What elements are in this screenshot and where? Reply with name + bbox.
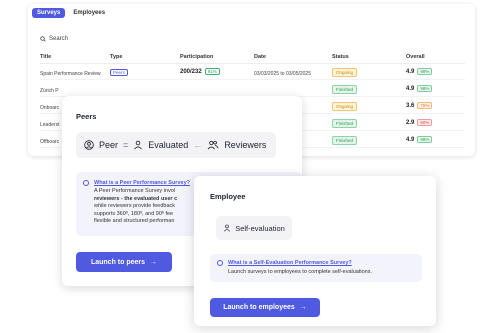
status-badge: Ongoing	[332, 68, 358, 77]
employee-card: Employee Self-evaluation What is a Self-…	[194, 176, 436, 326]
row-title: Onboarc	[40, 105, 60, 111]
search-icon	[40, 36, 46, 42]
arrow-right-icon: →	[150, 258, 158, 266]
tab-bar: Surveys Employees	[32, 8, 110, 18]
search-label: Search	[49, 36, 69, 42]
score-percent: 98%	[417, 136, 433, 143]
person-circle-icon	[84, 140, 94, 150]
col-date: Date	[254, 54, 266, 60]
status-badge: Finished	[332, 85, 358, 94]
employee-info-box: What is a Self-Evaluation Performance Su…	[210, 254, 422, 282]
person-icon	[134, 140, 143, 150]
tab-employees[interactable]: Employees	[68, 8, 110, 18]
employee-info-text: Launch surveys to employees to complete …	[228, 269, 372, 275]
peer-info-text: A Peer Performance Survey invol reviewer…	[94, 188, 177, 226]
arrow-right-icon: →	[299, 304, 307, 311]
arrow-left-icon: ←	[193, 140, 203, 150]
participation-percent: 91%	[204, 68, 220, 75]
row-title: Leaderst	[40, 122, 60, 128]
peers-title: Peers	[76, 112, 97, 121]
self-evaluation-label: Self-evaluation	[235, 223, 285, 233]
people-icon	[207, 140, 219, 150]
col-participation: Participation	[180, 54, 214, 60]
score-percent: 98%	[417, 85, 433, 92]
row-date: 03/03/2025 to 03/05/2025	[254, 71, 311, 77]
col-type: Type	[110, 54, 123, 60]
employee-title: Employee	[210, 192, 246, 201]
peer-info-link[interactable]: What is a Peer Performance Survey?	[94, 180, 190, 186]
table-row[interactable]: Spain Performance Review Peers 200/232 91…	[40, 68, 465, 80]
info-line: while reviewers provide feedback	[94, 203, 176, 209]
score-percent: 75%	[417, 102, 433, 109]
status-badge: Finished	[332, 136, 358, 145]
table-header: Title Type Participation Date Status Ove…	[40, 54, 465, 64]
peer-label: Peer	[99, 140, 119, 150]
status-badge: Finished	[332, 119, 358, 128]
overall-score: 4.9	[406, 69, 415, 75]
overall-score: 3.6	[406, 103, 415, 109]
row-title: Zürich P	[40, 88, 59, 94]
launch-to-peers-button[interactable]: Launch to peers →	[76, 252, 172, 272]
employee-info-link[interactable]: What is a Self-Evaluation Performance Su…	[228, 260, 352, 266]
reviewers-label: Reviewers	[224, 140, 267, 150]
col-title: Title	[40, 54, 52, 60]
overall-score: 4.9	[406, 137, 415, 143]
info-line: supports 360º, 180º, and 90º fee	[94, 210, 174, 217]
score-percent: 60%	[417, 119, 433, 126]
launch-employees-label: Launch to employees	[223, 304, 295, 311]
overall-score: 2.9	[406, 120, 415, 126]
evaluated-label: Evaluated	[148, 140, 189, 150]
search-input[interactable]: Search	[40, 36, 68, 42]
row-title: Offboarc	[40, 139, 60, 145]
equals-sign: =	[123, 140, 129, 150]
info-line: flexible and structured performan	[94, 218, 175, 224]
tab-surveys[interactable]: Surveys	[32, 8, 66, 18]
score-percent: 98%	[417, 68, 433, 75]
col-overall: Overall	[406, 54, 425, 60]
self-evaluation-box: Self-evaluation	[216, 216, 292, 240]
person-icon	[224, 224, 231, 232]
status-badge: Ongoing	[332, 102, 358, 111]
participation-count: 200/232	[180, 69, 202, 75]
info-line: A Peer Performance Survey invol	[94, 188, 176, 194]
row-title: Spain Performance Review	[40, 71, 101, 77]
peer-flow-diagram: Peer = Evaluated ← Reviewers	[76, 132, 276, 158]
type-badge: Peers	[110, 69, 128, 76]
info-icon	[83, 180, 89, 186]
launch-peers-label: Launch to peers	[90, 258, 146, 266]
info-icon	[217, 260, 223, 266]
launch-to-employees-button[interactable]: Launch to employees →	[210, 298, 320, 317]
overall-score: 4.9	[406, 86, 415, 92]
col-status: Status	[332, 54, 349, 60]
info-line: reviewers - the evaluated user c	[94, 195, 178, 202]
